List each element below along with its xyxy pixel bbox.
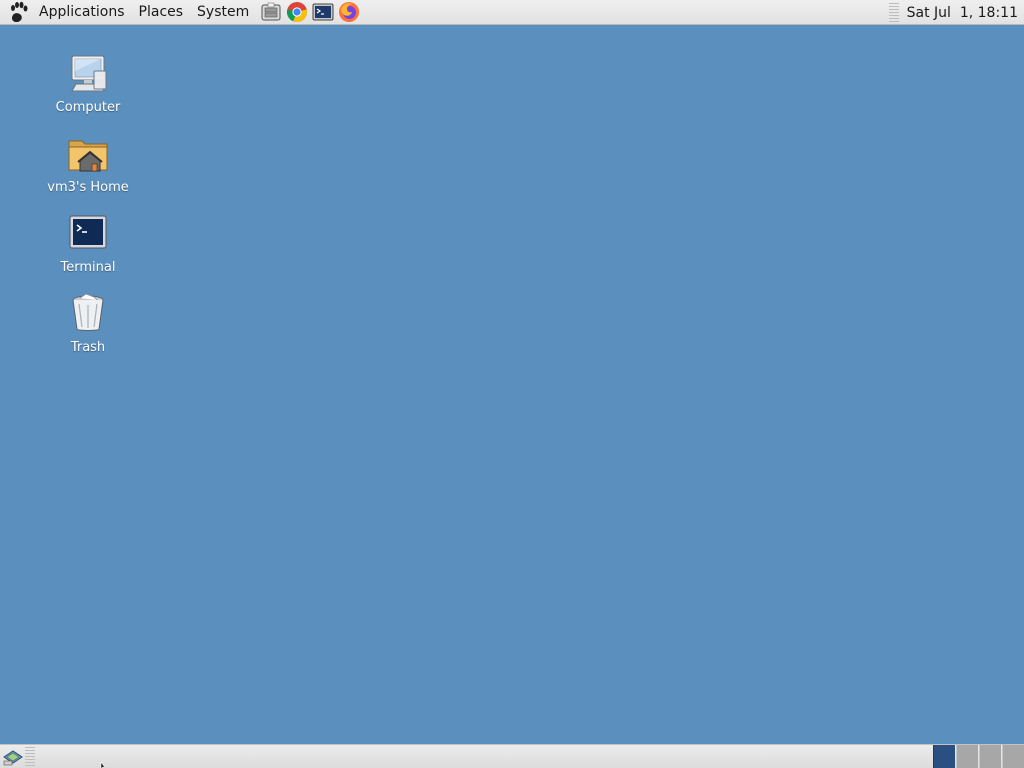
workspace-3[interactable] xyxy=(979,745,1001,768)
chrome-icon xyxy=(286,2,307,23)
workspace-4[interactable] xyxy=(1002,745,1024,768)
firefox-launcher[interactable] xyxy=(336,0,361,25)
desktop-icon-terminal[interactable]: Terminal xyxy=(43,209,133,275)
show-desktop-icon[interactable] xyxy=(2,747,24,767)
terminal-icon xyxy=(64,209,112,257)
desktop-icon-label: Computer xyxy=(55,100,121,115)
clock[interactable]: Sat Jul 1, 18:11 xyxy=(907,5,1018,21)
workspace-1[interactable] xyxy=(933,745,955,768)
terminal-launcher[interactable] xyxy=(310,0,335,25)
launcher-area xyxy=(258,0,362,25)
desktop-icon-label: vm3's Home xyxy=(47,180,129,195)
desktop-icon-trash[interactable]: Trash xyxy=(43,289,133,355)
top-panel: Applications Places System Sat Jul 1, 18… xyxy=(0,0,1024,25)
panel-drag-handle[interactable] xyxy=(888,2,899,23)
workspace-switcher xyxy=(932,745,1024,768)
chrome-launcher[interactable] xyxy=(284,0,309,25)
file-cabinet-icon xyxy=(261,2,281,21)
trash-icon xyxy=(64,289,112,337)
workspace-2[interactable] xyxy=(956,745,978,768)
system-menu[interactable]: System xyxy=(190,0,256,25)
mouse-cursor-icon xyxy=(100,762,106,768)
terminal-icon xyxy=(312,3,334,21)
panel-right-area: Sat Jul 1, 18:11 xyxy=(888,0,1018,25)
desktop-icon-label: Terminal xyxy=(60,260,116,275)
computer-icon xyxy=(64,49,112,97)
bottom-panel xyxy=(0,744,1024,768)
desktop-icon-label: Trash xyxy=(70,340,106,355)
home-folder-icon xyxy=(64,129,112,177)
applications-menu[interactable]: Applications xyxy=(32,0,132,25)
desktop-icon-home[interactable]: vm3's Home xyxy=(43,129,133,195)
desktop-icon-computer[interactable]: Computer xyxy=(43,49,133,115)
gnome-foot-icon[interactable] xyxy=(6,0,32,25)
file-manager-launcher[interactable] xyxy=(258,0,283,25)
firefox-icon xyxy=(338,2,359,22)
bottom-panel-drag-handle[interactable] xyxy=(25,747,35,766)
places-menu[interactable]: Places xyxy=(132,0,191,25)
